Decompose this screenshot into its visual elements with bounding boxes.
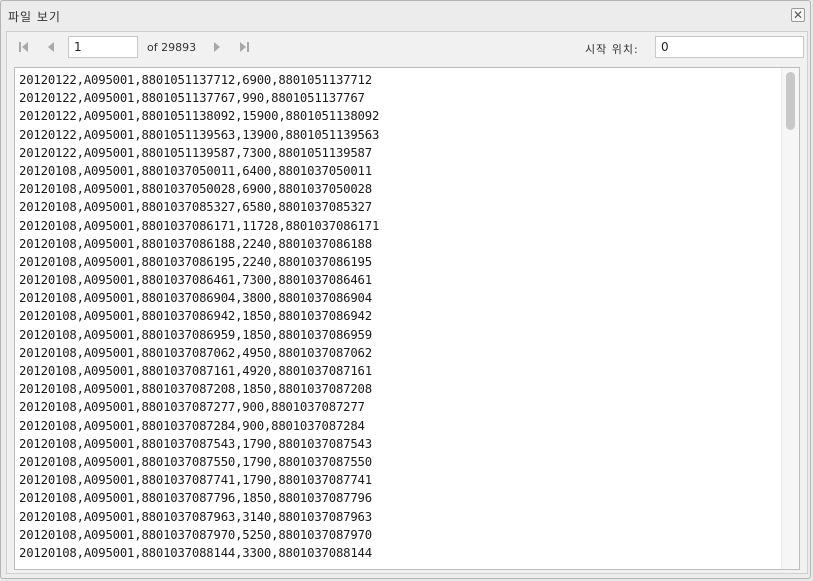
next-page-button[interactable] xyxy=(209,39,225,55)
file-line: 20120122,A095001,8801051139563,13900,880… xyxy=(19,127,380,142)
pagination-toolbar: of 29893 시작 위치: xyxy=(6,31,808,63)
file-line: 20120108,A095001,8801037087796,1850,8801… xyxy=(19,491,372,506)
title-bar: 파일 보기 ✕ xyxy=(1,1,810,29)
file-line: 20120108,A095001,8801037087970,5250,8801… xyxy=(19,527,372,542)
vertical-scrollbar[interactable] xyxy=(781,68,799,569)
file-line: 20120122,A095001,8801051139587,7300,8801… xyxy=(19,145,372,160)
file-line: 20120108,A095001,8801037087963,3140,8801… xyxy=(19,509,372,524)
scrollbar-thumb[interactable] xyxy=(786,72,795,130)
file-line: 20120108,A095001,8801037086461,7300,8801… xyxy=(19,273,372,288)
file-line: 20120108,A095001,8801037087062,4950,8801… xyxy=(19,345,372,360)
file-line: 20120108,A095001,8801037087741,1790,8801… xyxy=(19,473,372,488)
file-line: 20120108,A095001,8801037086942,1850,8801… xyxy=(19,309,372,324)
prev-page-button[interactable] xyxy=(43,39,59,55)
file-line: 20120108,A095001,8801037050011,6400,8801… xyxy=(19,163,372,178)
first-page-icon xyxy=(19,42,28,52)
file-viewer-window: 파일 보기 ✕ of 29893 xyxy=(0,0,811,579)
total-pages-label: of 29893 xyxy=(147,41,197,54)
next-page-icon xyxy=(214,42,220,52)
file-line: 20120122,A095001,8801051137767,990,88010… xyxy=(19,91,365,106)
file-line: 20120108,A095001,8801037087277,900,88010… xyxy=(19,400,365,415)
start-position-label: 시작 위치: xyxy=(585,43,639,56)
content-frame: 20120122,A095001,8801051137712,6900,8801… xyxy=(6,63,808,574)
file-content-area[interactable]: 20120122,A095001,8801051137712,6900,8801… xyxy=(14,67,800,570)
file-line: 20120108,A095001,8801037086188,2240,8801… xyxy=(19,236,372,251)
file-line: 20120108,A095001,8801037085327,6580,8801… xyxy=(19,200,372,215)
prev-page-icon xyxy=(48,42,54,52)
file-line: 20120122,A095001,8801051137712,6900,8801… xyxy=(19,73,372,87)
file-line: 20120108,A095001,8801037087550,1790,8801… xyxy=(19,454,372,469)
last-page-icon xyxy=(240,42,249,52)
window-title: 파일 보기 xyxy=(8,10,61,24)
file-line: 20120108,A095001,8801037087284,900,88010… xyxy=(19,418,365,433)
file-line: 20120122,A095001,8801051138092,15900,880… xyxy=(19,109,380,124)
file-line: 20120108,A095001,8801037086195,2240,8801… xyxy=(19,254,372,269)
file-line: 20120108,A095001,8801037087161,4920,8801… xyxy=(19,364,372,378)
file-lines: 20120122,A095001,8801051137712,6900,8801… xyxy=(19,71,379,562)
last-page-button[interactable] xyxy=(236,39,252,55)
start-position-input[interactable] xyxy=(655,36,804,58)
close-button[interactable]: ✕ xyxy=(791,8,805,22)
close-icon: ✕ xyxy=(792,8,804,22)
file-line: 20120108,A095001,8801037087208,1850,8801… xyxy=(19,382,372,397)
file-line: 20120108,A095001,8801037086959,1850,8801… xyxy=(19,327,372,342)
file-line: 20120108,A095001,8801037087543,1790,8801… xyxy=(19,436,372,451)
first-page-button[interactable] xyxy=(16,39,32,55)
file-line: 20120108,A095001,8801037088144,3300,8801… xyxy=(19,545,372,560)
file-line: 20120108,A095001,8801037050028,6900,8801… xyxy=(19,182,372,197)
file-line: 20120108,A095001,8801037086904,3800,8801… xyxy=(19,291,372,306)
page-number-input[interactable] xyxy=(68,36,138,58)
file-line: 20120108,A095001,8801037086171,11728,880… xyxy=(19,218,380,233)
